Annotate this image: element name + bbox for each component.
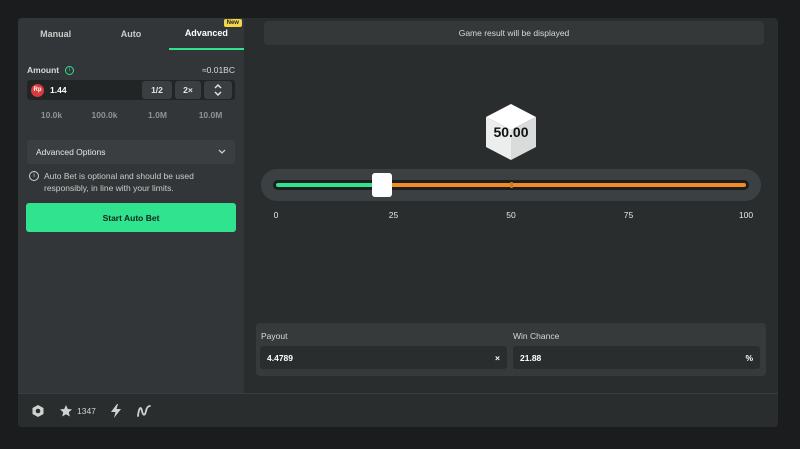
slider-thumb[interactable]	[371, 173, 392, 197]
roll-slider	[261, 169, 761, 201]
info-icon[interactable]: i	[65, 65, 75, 75]
hexagon-settings-icon	[32, 404, 44, 417]
new-badge: New	[223, 19, 242, 27]
start-auto-bet-button[interactable]: Start Auto Bet	[26, 203, 236, 232]
tab-auto[interactable]: Auto	[93, 18, 168, 50]
tab-advanced[interactable]: Advanced New	[168, 18, 244, 50]
auto-bet-notice: i Auto Bet is optional and should be use…	[29, 170, 235, 194]
chart-wave-icon	[137, 404, 151, 417]
amount-label: Amount	[27, 65, 60, 75]
bet-mode-tabs: Manual Auto Advanced New	[18, 18, 244, 50]
payout-value[interactable]: 4.4789	[267, 353, 495, 363]
payout-label: Payout	[261, 331, 288, 341]
lightning-icon	[110, 403, 121, 418]
win-chance-label: Win Chance	[513, 331, 560, 341]
tab-auto-label: Auto	[120, 29, 142, 39]
slider-track[interactable]	[273, 180, 749, 190]
slider-tick-label: 25	[388, 210, 399, 220]
payout-chance-panel: Payout 4.4789 × Win Chance 21.88 %	[256, 323, 766, 376]
footer-toolbar: 1347	[18, 393, 778, 427]
win-chance-value[interactable]: 21.88	[520, 353, 745, 363]
slider-over-range	[381, 183, 746, 187]
double-amount-button[interactable]: 2×	[175, 81, 201, 99]
amount-stepper[interactable]	[204, 81, 232, 99]
chevron-down-icon	[218, 149, 226, 154]
quick-amount-row: 10.0k 100.0k 1.0M 10.0M	[27, 106, 235, 124]
settings-hex-button[interactable]	[31, 404, 45, 418]
advanced-options-label: Advanced Options	[36, 147, 106, 157]
hotkeys-button[interactable]	[110, 403, 122, 418]
slider-tick-label: 50	[506, 210, 516, 220]
slider-tick-label: 100	[738, 210, 754, 220]
star-count: 1347	[77, 405, 96, 416]
quick-amount-button[interactable]: 10.0M	[186, 106, 235, 124]
advanced-options-dropdown[interactable]: Advanced Options	[27, 140, 235, 164]
bet-control-panel: Manual Auto Advanced New Amount i ≈0.01B…	[18, 18, 244, 393]
dice-game-app: Manual Auto Advanced New Amount i ≈0.01B…	[18, 18, 778, 427]
amount-header: Amount i ≈0.01BC	[27, 64, 235, 76]
dice-cube: 50.00	[484, 102, 538, 162]
slider-tick-label: 75	[623, 210, 634, 220]
favorites-button[interactable]: 1347	[59, 404, 96, 418]
quick-amount-button[interactable]: 10.0k	[27, 106, 76, 124]
slider-under-range	[276, 183, 382, 187]
payout-input[interactable]: 4.4789 ×	[260, 346, 507, 369]
amount-input-field[interactable]: Rp 1.44 1/2 2×	[27, 80, 235, 100]
quick-amount-button[interactable]: 100.0k	[80, 106, 129, 124]
tab-advanced-label: Advanced	[184, 28, 228, 38]
half-amount-button[interactable]: 1/2	[142, 81, 172, 99]
fairness-button[interactable]	[136, 404, 152, 418]
chevron-up-down-icon	[214, 84, 222, 96]
amount-approx-value: ≈0.01BC	[201, 65, 235, 75]
win-chance-input[interactable]: 21.88 %	[513, 346, 760, 369]
game-result-bar: Game result will be displayed	[264, 21, 764, 45]
star-icon	[60, 404, 72, 416]
notice-text: Auto Bet is optional and should be used …	[44, 171, 194, 193]
amount-input-value[interactable]: 1.44	[50, 85, 142, 95]
slider-midpoint-marker	[510, 182, 513, 188]
tab-manual-label: Manual	[40, 29, 72, 39]
info-icon: i	[29, 171, 39, 181]
slider-tick-label: 0	[273, 210, 279, 220]
rupiah-coin-icon: Rp	[31, 83, 44, 97]
quick-amount-button[interactable]: 1.0M	[133, 106, 182, 124]
percent-icon: %	[745, 352, 753, 363]
dice-result-value: 50.00	[493, 124, 529, 140]
tab-manual[interactable]: Manual	[18, 18, 93, 50]
multiplier-icon: ×	[495, 352, 500, 363]
